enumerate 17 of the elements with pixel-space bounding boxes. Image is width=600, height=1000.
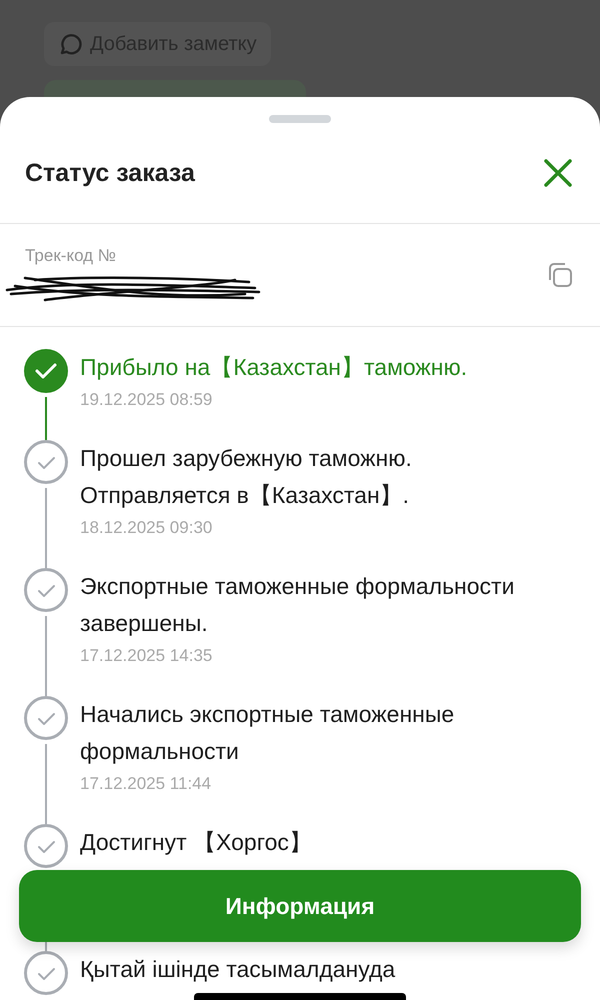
event-title: Достигнут 【Хоргос】 (80, 828, 312, 857)
sheet-title: Статус заказа (25, 158, 195, 188)
event-date: 18.12.2025 09:30 (80, 517, 214, 539)
event-title: Прошел зарубежную таможню. Отправляется в【Казахстан】. (80, 444, 413, 510)
event-date: 17.12.2025 14:35 (80, 645, 214, 667)
track-code-label: Трек-код № (25, 246, 118, 266)
event-date: 17.12.2025 11:44 (80, 773, 212, 795)
drag-handle[interactable] (269, 115, 331, 123)
event-date: 19.12.2025 08:59 (80, 389, 214, 411)
speech-bubble-icon (58, 32, 82, 56)
event-title: Экспортные таможенные формальности завершены. (80, 572, 516, 638)
event-title: Начались экспортные таможенные формальности (80, 700, 456, 766)
event-title: Қытай ішінде тасымалдануда (80, 955, 396, 984)
info-button[interactable]: Информация (19, 870, 581, 942)
close-button[interactable] (542, 157, 574, 189)
event-title: Прибыло на【Казахстан】таможню. (80, 353, 468, 382)
copy-button[interactable] (546, 261, 574, 289)
